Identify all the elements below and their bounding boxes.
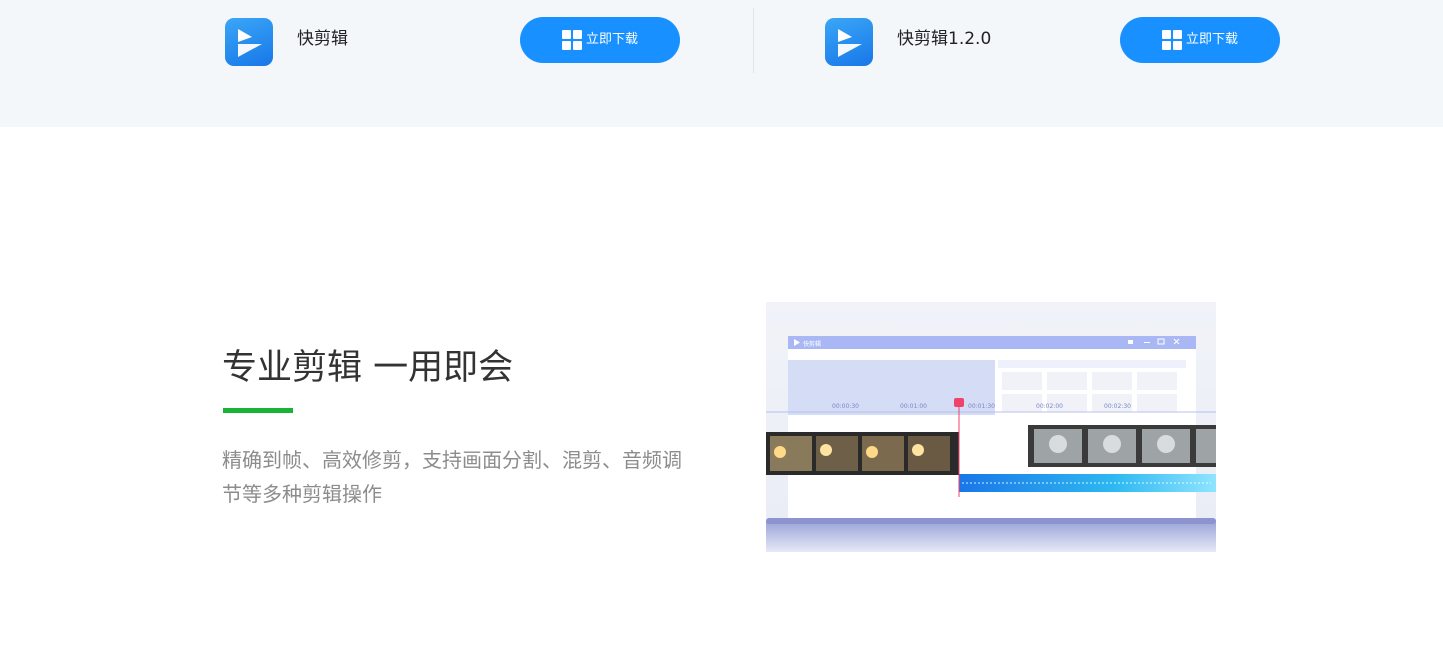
timeline-tick: 00:00:30 xyxy=(832,403,859,410)
feature-title: 专业剪辑 一用即会 xyxy=(222,348,514,388)
timeline-tick: 00:02:30 xyxy=(1104,403,1131,410)
timeline-tick: 00:01:30 xyxy=(968,403,995,410)
download-button[interactable]: 立即下载 xyxy=(1120,17,1280,63)
divider xyxy=(753,8,754,73)
editor-preview-image: 快剪辑 00:00:30 00:01:00 00:01:30 00:02:00 … xyxy=(766,302,1216,552)
timeline-tick: 00:01:00 xyxy=(900,403,927,410)
download-button-label: 立即下载 xyxy=(585,32,638,47)
feature-description: 精确到帧、高效修剪，支持画面分割、混剪、音频调节等多种剪辑操作 xyxy=(222,448,682,506)
app-name-label: 快剪辑 xyxy=(297,29,348,49)
timeline-tick: 00:02:00 xyxy=(1036,403,1063,410)
app-name-label: 快剪辑1.2.0 xyxy=(897,29,992,49)
download-button-label: 立即下载 xyxy=(1185,32,1238,47)
preview-window-title: 快剪辑 xyxy=(803,340,821,348)
download-button[interactable]: 立即下载 xyxy=(520,17,680,63)
windows-icon xyxy=(1161,30,1182,50)
kuaijianji-logo-icon xyxy=(825,18,873,66)
title-underline xyxy=(223,408,293,413)
windows-icon xyxy=(561,30,582,50)
kuaijianji-logo-icon xyxy=(225,18,273,66)
